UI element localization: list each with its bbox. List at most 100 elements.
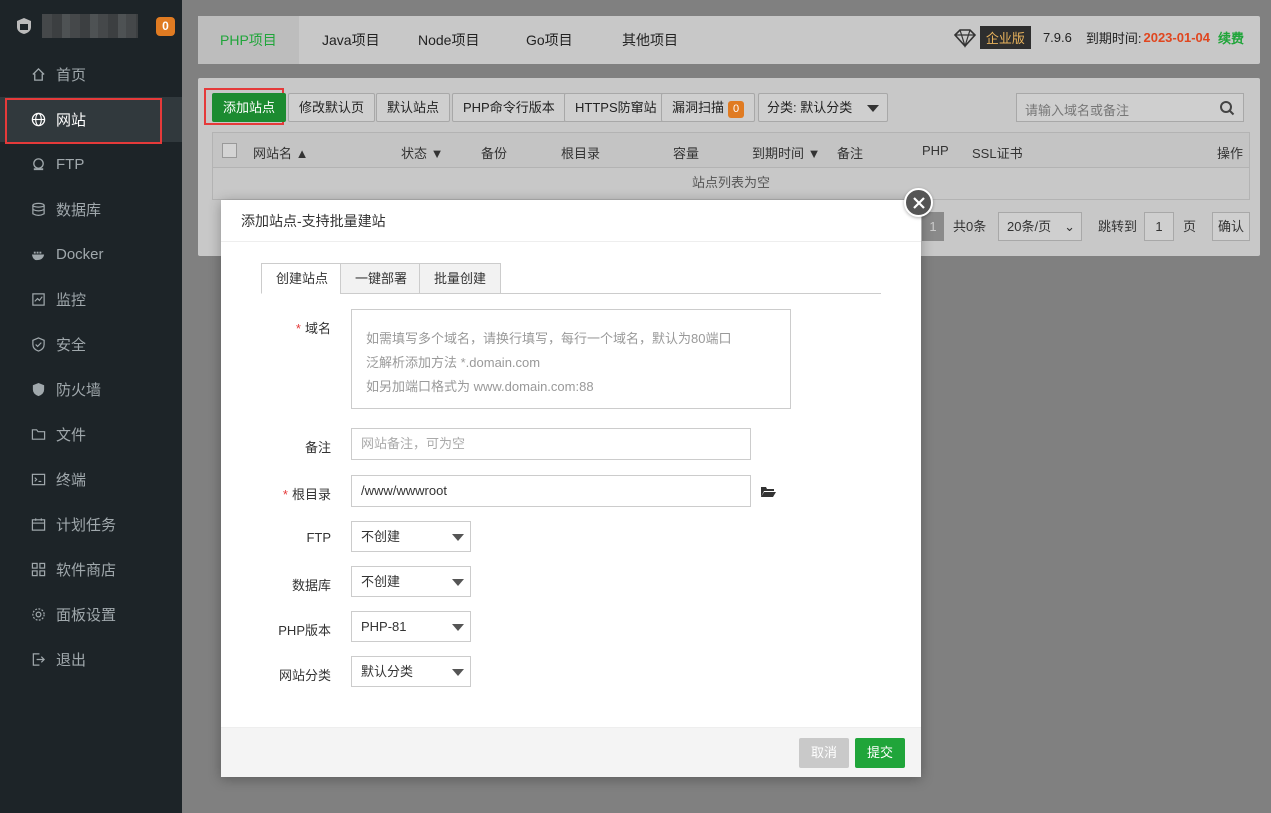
vuln-scan-button[interactable]: 漏洞扫描 0 [661, 93, 756, 122]
sidebar-item-3[interactable]: 数据库 [0, 187, 182, 232]
sidebar-item-10[interactable]: 计划任务 [0, 502, 182, 547]
sidebar-item-8[interactable]: 文件 [0, 412, 182, 457]
sidebar-item-label: 文件 [56, 427, 87, 444]
ftp-select[interactable]: 不创建 [351, 521, 471, 552]
chevron-down-icon: ⌄ [1064, 219, 1075, 234]
domain-hint-line: 泛解析添加方法 *.domain.com [366, 355, 541, 370]
diamond-icon [953, 28, 977, 48]
root-dir-input[interactable]: /www/wwwroot [351, 475, 751, 507]
tab-one-click-deploy[interactable]: 一键部署 [340, 263, 423, 294]
php-version-select[interactable]: PHP-81 [351, 611, 471, 642]
tab-other[interactable]: 其他项目 [622, 16, 678, 64]
search-input[interactable]: 请输入域名或备注 [1016, 93, 1244, 122]
vuln-scan-label: 漏洞扫描 [672, 100, 725, 115]
tab-php[interactable]: PHP项目 [198, 16, 299, 64]
chevron-down-icon [452, 534, 464, 541]
sidebar-item-1[interactable]: 网站 [0, 97, 182, 144]
gear-icon [30, 607, 46, 623]
domain-hint-line: 如另加端口格式为 www.domain.com:88 [366, 379, 594, 394]
sidebar-item-label: 网站 [56, 112, 87, 129]
sidebar-item-label: Docker [56, 246, 104, 263]
col-status[interactable]: 状态 ▼ [401, 143, 444, 162]
edit-default-page-button[interactable]: 修改默认页 [288, 93, 376, 122]
chevron-down-icon [452, 579, 464, 586]
domain-hint-line: 如需填写多个域名，请换行填写，每行一个域名，默认为80端口 [366, 331, 732, 346]
renew-link[interactable]: 续费 [1218, 28, 1244, 47]
search-icon[interactable] [1219, 100, 1235, 116]
https-guard-button[interactable]: HTTPS防窜站 [564, 93, 668, 122]
col-backup: 备份 [481, 146, 508, 161]
site-category-value: 默认分类 [361, 664, 414, 679]
col-expire[interactable]: 到期时间 ▼ [752, 143, 821, 162]
sidebar-item-4[interactable]: Docker [0, 232, 182, 277]
server-name-blurred [42, 14, 138, 38]
sidebar: 0 首页网站 FTP 数据库 Docker 监控安全防火墙文件终端计划任务软件商店面板设… [0, 0, 182, 813]
site-category-select[interactable]: 默认分类 [351, 656, 471, 687]
sidebar-item-0[interactable]: 首页 [0, 52, 182, 97]
search-placeholder: 请输入域名或备注 [1025, 103, 1130, 118]
add-site-button[interactable]: 添加站点 [212, 93, 287, 122]
col-site-name[interactable]: 网站名 ▲ [253, 143, 309, 162]
dialog-title: 添加站点-支持批量建站 [221, 200, 921, 242]
sidebar-item-6[interactable]: 安全 [0, 322, 182, 367]
tab-create-site[interactable]: 创建站点 [261, 263, 344, 294]
tab-node[interactable]: Node项目 [418, 16, 479, 64]
grid-icon [30, 562, 46, 578]
folder-open-icon[interactable] [760, 484, 776, 498]
sidebar-item-2[interactable]: FTP [0, 142, 182, 187]
remark-input[interactable]: 网站备注，可为空 [351, 428, 751, 460]
sidebar-item-label: 软件商店 [56, 562, 117, 579]
sidebar-item-label: 监控 [56, 292, 87, 309]
tab-batch-create[interactable]: 批量创建 [419, 263, 502, 294]
close-dialog-button[interactable] [904, 188, 933, 217]
jump-confirm-button[interactable]: 确认 [1212, 212, 1250, 241]
database-label: 数据库 [291, 578, 331, 593]
per-page-select[interactable]: 20条/页 ⌄ [998, 212, 1082, 241]
sidebar-item-9[interactable]: 终端 [0, 457, 182, 502]
monitor-icon [30, 292, 46, 308]
col-php: PHP [922, 143, 949, 158]
tab-java[interactable]: Java项目 [322, 16, 380, 64]
edition-badge: 企业版 [979, 26, 1031, 49]
terminal-icon [30, 472, 46, 488]
sidebar-item-label: 安全 [56, 337, 87, 354]
expire-label: 到期时间: [1085, 31, 1142, 46]
sidebar-item-13[interactable]: 退出 [0, 637, 182, 682]
sidebar-item-12[interactable]: 面板设置 [0, 592, 182, 637]
submit-button[interactable]: 提交 [855, 738, 906, 768]
tab-go[interactable]: Go项目 [526, 16, 573, 64]
sidebar-item-label: 防火墙 [56, 382, 102, 399]
database-select[interactable]: 不创建 [351, 566, 471, 597]
php-cli-button[interactable]: PHP命令行版本 [452, 93, 566, 122]
cancel-button[interactable]: 取消 [799, 738, 850, 768]
jump-page-input[interactable]: 1 [1144, 212, 1174, 241]
page-number-current[interactable]: 1 [922, 212, 944, 241]
root-dir-label: * 根目录 [282, 487, 331, 502]
col-actions: 操作 [1217, 146, 1244, 161]
sidebar-item-label: 面板设置 [56, 607, 117, 624]
chevron-down-icon [452, 624, 464, 631]
chevron-down-icon [867, 105, 879, 112]
sidebar-item-5[interactable]: 监控 [0, 277, 182, 322]
sidebar-item-11[interactable]: 软件商店 [0, 547, 182, 592]
default-site-button[interactable]: 默认站点 [376, 93, 451, 122]
shield-check-icon [30, 337, 46, 353]
sidebar-item-label: 首页 [56, 67, 87, 84]
notification-badge[interactable]: 0 [156, 17, 175, 36]
panel-logo-icon [17, 18, 31, 34]
sidebar-item-label: 退出 [56, 652, 87, 669]
select-all-checkbox[interactable] [222, 143, 237, 158]
site-category-label: 网站分类 [278, 668, 331, 683]
php-version-label: PHP版本 [278, 623, 331, 638]
sidebar-header: 0 [0, 0, 182, 52]
sidebar-item-label: 计划任务 [56, 517, 117, 534]
col-root: 根目录 [561, 146, 601, 161]
domain-textarea[interactable]: 如需填写多个域名，请换行填写，每行一个域名，默认为80端口 泛解析添加方法 *.… [351, 309, 791, 409]
home-icon [30, 67, 46, 83]
sidebar-item-7[interactable]: 防火墙 [0, 367, 182, 412]
shield-icon [30, 382, 46, 398]
category-select[interactable]: 分类: 默认分类 [758, 93, 888, 122]
database-icon [30, 202, 46, 218]
calendar-icon [30, 517, 46, 533]
chevron-down-icon [452, 669, 464, 676]
